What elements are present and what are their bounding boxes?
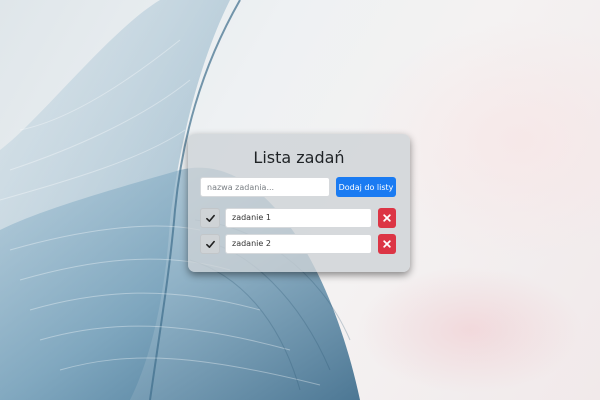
add-to-list-button[interactable]: Dodaj do listy: [336, 177, 396, 197]
check-icon: [206, 214, 215, 223]
delete-task-button[interactable]: [378, 234, 396, 254]
task-label: zadanie 1: [225, 208, 372, 228]
close-icon: [383, 214, 391, 222]
task-row: zadanie 2: [200, 234, 398, 254]
complete-task-button[interactable]: [200, 208, 220, 228]
complete-task-button[interactable]: [200, 234, 220, 254]
task-name-input[interactable]: [200, 177, 330, 197]
task-label: zadanie 2: [225, 234, 372, 254]
check-icon: [206, 240, 215, 249]
todo-card: Lista zadań Dodaj do listy zadanie 1: [188, 134, 410, 272]
page-title: Lista zadań: [253, 148, 345, 167]
close-icon: [383, 240, 391, 248]
task-row: zadanie 1: [200, 208, 398, 228]
delete-task-button[interactable]: [378, 208, 396, 228]
page: Lista zadań Dodaj do listy zadanie 1: [0, 0, 600, 400]
